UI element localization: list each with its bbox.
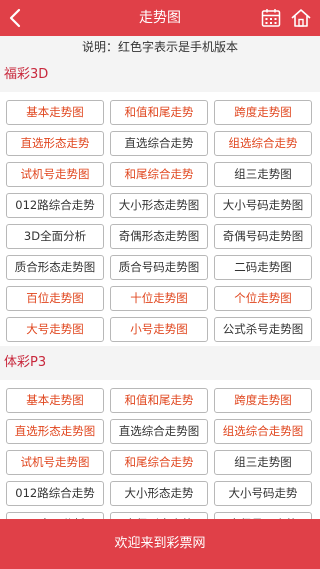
header-bar: 走势图 [0,0,320,36]
chart-list[interactable]: 福彩3D 基本走势图 和值和尾走势 跨度走势图 直选形态走势 直选综合走势 组选综合走势 试机… [0,58,320,519]
chart-link-button[interactable]: 试机号走势图 [6,450,104,475]
calendar-icon[interactable] [261,8,281,28]
chart-link-button[interactable]: 组选综合走势图 [214,419,312,444]
legend-note: 说明：红色字表示是手机版本 [0,36,320,58]
chart-link-button[interactable]: 直选综合走势图 [110,419,208,444]
footer-label: 欢迎来到彩票网 [114,536,206,551]
chart-link-button[interactable]: 基本走势图 [6,100,104,125]
chart-link-button[interactable]: 3D全面分析 [6,224,104,249]
chart-link-button[interactable]: 大小号码走势 [214,481,312,506]
chart-link-button[interactable]: 和值和尾走势 [110,100,208,125]
chart-link-button[interactable]: 大号走势图 [6,317,104,342]
chart-link-button[interactable]: 直选形态走势图 [6,419,104,444]
chart-link-button[interactable]: 直选综合走势 [110,131,208,156]
chart-link-button[interactable]: 直选形态走势 [6,131,104,156]
chart-link-button[interactable]: 试机号走势图 [6,162,104,187]
chart-link-button[interactable]: 跨度走势图 [214,388,312,413]
chart-link-button[interactable]: 十位走势图 [110,286,208,311]
home-icon[interactable] [290,7,312,29]
section-title: 体彩P3 [0,346,320,380]
chart-link-button[interactable]: 大小号码走势图 [214,193,312,218]
chart-link-button[interactable]: 大小形态走势图 [110,193,208,218]
chart-link-button[interactable]: 组三走势图 [214,450,312,475]
chart-link-button[interactable]: 基本走势图 [6,388,104,413]
chart-button-grid: 基本走势图 和值和尾走势 跨度走势图直选形态走势 直选综合走势 组选综合走势试机号走势图… [0,92,320,346]
chart-link-button[interactable]: 大小形态走势 [110,481,208,506]
chart-link-button[interactable]: 和值和尾走势 [110,388,208,413]
chart-link-button[interactable]: 奇偶号码走势 [214,512,312,519]
footer-banner[interactable]: 欢迎来到彩票网 [0,519,320,569]
chart-link-button[interactable]: 012路综合走势 [6,481,104,506]
chart-link-button[interactable]: 个位走势图 [214,286,312,311]
chart-link-button[interactable]: 二码走势图 [214,255,312,280]
section-title: 福彩3D [0,58,320,92]
chart-link-button[interactable]: P3全面分析 [6,512,104,519]
chart-link-button[interactable]: 公式杀号走势图 [214,317,312,342]
chart-link-button[interactable]: 百位走势图 [6,286,104,311]
chart-link-button[interactable]: 012路综合走势 [6,193,104,218]
chart-link-button[interactable]: 跨度走势图 [214,100,312,125]
chart-link-button[interactable]: 和尾综合走势 [110,450,208,475]
chart-link-button[interactable]: 质合形态走势图 [6,255,104,280]
chart-link-button[interactable]: 奇偶号码走势图 [214,224,312,249]
chart-link-button[interactable]: 小号走势图 [110,317,208,342]
chart-button-grid: 基本走势图 和值和尾走势 跨度走势图直选形态走势图 直选综合走势图 组选综合走势图试机号… [0,380,320,519]
chart-link-button[interactable]: 组选综合走势 [214,131,312,156]
chart-link-button[interactable]: 组三走势图 [214,162,312,187]
chart-link-button[interactable]: 和尾综合走势 [110,162,208,187]
chart-link-button[interactable]: 奇偶形态走势图 [110,224,208,249]
chart-link-button[interactable]: 质合号码走势图 [110,255,208,280]
chart-link-button[interactable]: 奇偶形态走势 [110,512,208,519]
